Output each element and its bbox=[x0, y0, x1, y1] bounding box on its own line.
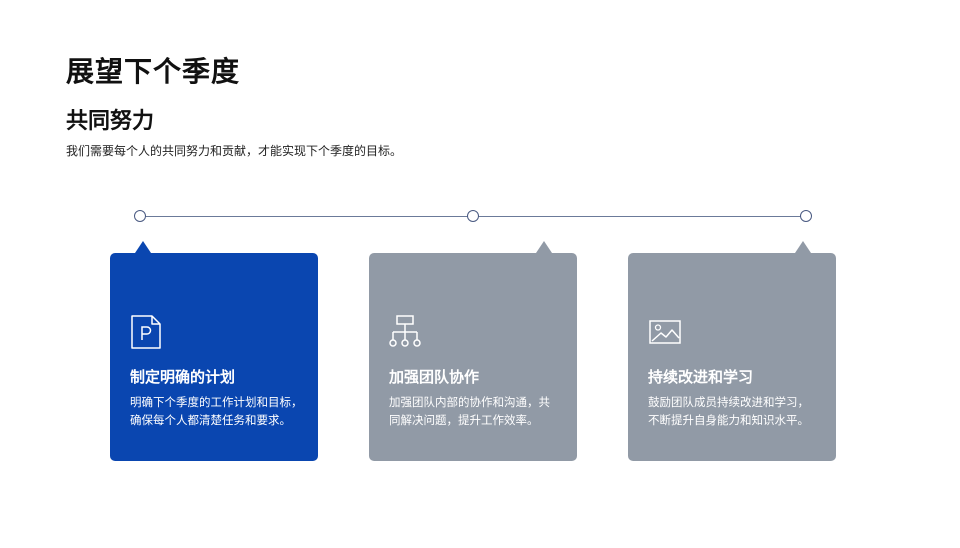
page-title: 展望下个季度 bbox=[66, 55, 241, 88]
timeline-dot-3 bbox=[800, 210, 812, 222]
card-collaboration: 加强团队协作 加强团队内部的协作和沟通，共 同解决问题，提升工作效率。 bbox=[369, 241, 577, 461]
card-text: 明确下个季度的工作计划和目标， 确保每个人都清楚任务和要求。 bbox=[130, 393, 308, 429]
card-title: 制定明确的计划 bbox=[130, 368, 236, 386]
card-text-line: 加强团队内部的协作和沟通，共 bbox=[389, 395, 550, 409]
org-chart-icon bbox=[389, 315, 421, 347]
timeline-dot-1 bbox=[134, 210, 146, 222]
card-text-line: 同解决问题，提升工作效率。 bbox=[389, 413, 539, 427]
card-text: 加强团队内部的协作和沟通，共 同解决问题，提升工作效率。 bbox=[389, 393, 567, 429]
card-learning: 持续改进和学习 鼓励团队成员持续改进和学习， 不断提升自身能力和知识水平。 bbox=[628, 241, 836, 461]
card-text: 鼓励团队成员持续改进和学习， 不断提升自身能力和知识水平。 bbox=[648, 393, 826, 429]
image-icon bbox=[649, 320, 681, 344]
card-text-line: 确保每个人都清楚任务和要求。 bbox=[130, 413, 291, 427]
timeline bbox=[134, 208, 814, 224]
card-pointer bbox=[795, 241, 811, 253]
card-text-line: 明确下个季度的工作计划和目标， bbox=[130, 395, 303, 409]
card-plan: 制定明确的计划 明确下个季度的工作计划和目标， 确保每个人都清楚任务和要求。 bbox=[110, 241, 318, 461]
card-title: 加强团队协作 bbox=[389, 368, 480, 386]
card-pointer bbox=[135, 241, 151, 253]
document-p-icon bbox=[131, 315, 161, 349]
card-text-line: 不断提升自身能力和知识水平。 bbox=[648, 413, 809, 427]
section-subtitle: 共同努力 bbox=[66, 109, 155, 134]
timeline-dot-2 bbox=[467, 210, 479, 222]
card-text-line: 鼓励团队成员持续改进和学习， bbox=[648, 395, 809, 409]
card-pointer bbox=[536, 241, 552, 253]
card-title: 持续改进和学习 bbox=[648, 368, 754, 386]
section-description: 我们需要每个人的共同努力和贡献，才能实现下个季度的目标。 bbox=[66, 144, 403, 158]
